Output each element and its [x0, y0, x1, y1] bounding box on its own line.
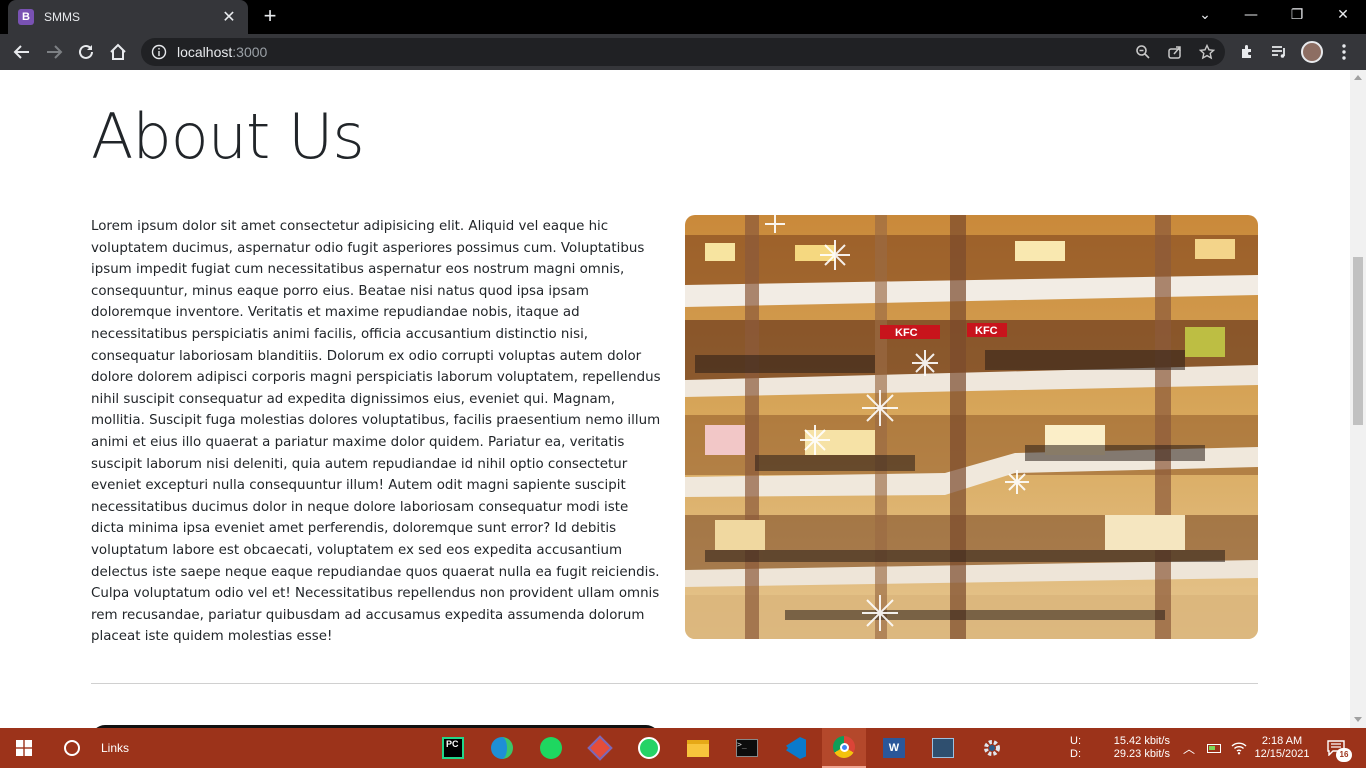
battery-icon[interactable]	[1205, 728, 1223, 768]
about-paragraph: Lorem ipsum dolor sit amet consectetur a…	[91, 219, 661, 645]
restore-icon[interactable]: ❐	[1274, 0, 1320, 30]
clock-date: 12/15/2021	[1254, 748, 1310, 760]
net-down-value: 29.23 kbit/s	[1113, 748, 1170, 760]
bookmark-star-icon[interactable]	[1197, 42, 1217, 62]
git-icon[interactable]	[587, 728, 613, 768]
zoom-icon[interactable]	[1133, 42, 1153, 62]
whatsapp-icon[interactable]	[636, 728, 662, 768]
scroll-up-icon[interactable]	[1354, 75, 1362, 80]
tab-title: SMMS	[44, 10, 80, 24]
photo-sign-kfc-2: KFC	[975, 325, 998, 337]
close-tab-icon[interactable]: ✕	[220, 7, 238, 27]
browser-tab-bar: B SMMS ✕ + ⌄ — ❐ ✕	[0, 0, 1366, 34]
cortana-search-icon[interactable]	[60, 728, 84, 768]
spotify-icon[interactable]	[538, 728, 564, 768]
scrollbar-thumb[interactable]	[1353, 257, 1363, 425]
bootstrap-favicon-icon: B	[18, 9, 34, 25]
page-title: About Us	[91, 100, 365, 173]
browser-tab[interactable]: B SMMS ✕	[8, 0, 248, 34]
page-scrollbar[interactable]	[1350, 70, 1366, 728]
windows-taskbar: Links PC >_ W U: D: 15.42 kbit/s 29.23 kb…	[0, 728, 1366, 768]
settings-icon[interactable]	[979, 728, 1005, 768]
taskbar-search-label[interactable]: Links	[100, 728, 130, 768]
net-speed: 15.42 kbit/s 29.23 kbit/s	[1100, 728, 1170, 768]
site-info-icon[interactable]	[151, 44, 167, 60]
media-queue-icon[interactable]	[1265, 38, 1293, 66]
notification-badge: 16	[1336, 748, 1352, 762]
forward-icon[interactable]	[40, 38, 68, 66]
mysql-workbench-icon[interactable]	[930, 728, 956, 768]
terminal-icon[interactable]: >_	[734, 728, 760, 768]
photo-sign-kfc-1: KFC	[895, 327, 918, 339]
word-icon[interactable]: W	[881, 728, 907, 768]
url-text: localhost:3000	[177, 44, 268, 60]
close-window-icon[interactable]: ✕	[1320, 0, 1366, 30]
home-icon[interactable]	[104, 38, 132, 66]
clock-time: 2:18 AM	[1261, 735, 1303, 747]
shopping-mall-photo: KFC KFC	[685, 215, 1258, 639]
net-labels: U: D:	[1070, 735, 1081, 760]
chrome-icon[interactable]	[822, 728, 866, 768]
net-up-value: 15.42 kbit/s	[1113, 735, 1170, 747]
wifi-icon[interactable]	[1230, 728, 1248, 768]
vscode-icon[interactable]	[783, 728, 809, 768]
file-explorer-icon[interactable]	[685, 728, 711, 768]
chrome-menu-icon[interactable]	[1330, 38, 1358, 66]
edge-icon[interactable]	[489, 728, 515, 768]
windows-start-icon[interactable]	[10, 728, 38, 768]
tray-chevron-up-icon[interactable]: ︿	[1180, 728, 1198, 768]
share-icon[interactable]	[1165, 42, 1185, 62]
notification-center-icon[interactable]: 16	[1322, 728, 1352, 768]
address-bar[interactable]: localhost:3000	[141, 38, 1225, 66]
new-tab-button[interactable]: +	[258, 4, 282, 28]
browser-toolbar: localhost:3000	[0, 34, 1366, 70]
page-viewport: About Us Lorem ipsum dolor sit amet cons…	[0, 70, 1350, 728]
reload-icon[interactable]	[72, 38, 100, 66]
tab-search-icon[interactable]: ⌄	[1182, 0, 1228, 30]
extensions-icon[interactable]	[1233, 38, 1261, 66]
profile-avatar[interactable]	[1298, 38, 1326, 66]
system-clock[interactable]: 2:18 AM 12/15/2021	[1252, 728, 1312, 768]
scroll-down-icon[interactable]	[1354, 717, 1362, 722]
section-divider	[91, 683, 1258, 684]
back-icon[interactable]	[8, 38, 36, 66]
pycharm-icon[interactable]: PC	[440, 728, 466, 768]
minimize-icon[interactable]: —	[1228, 0, 1274, 30]
